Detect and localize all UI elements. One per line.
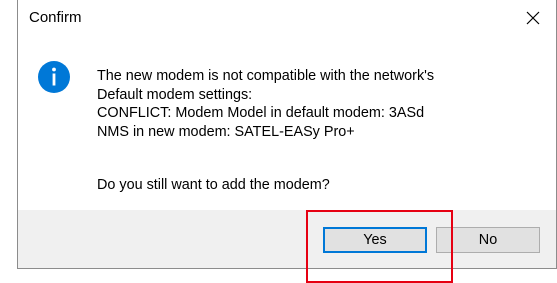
info-icon [38,61,70,93]
message-line: Default modem settings: [97,86,253,103]
message-line: NMS in new modem: SATEL-EASy Pro+ [97,123,355,140]
window-title: Confirm [29,9,82,26]
close-icon [526,11,540,25]
message-line: The new modem is not compatible with the… [97,68,435,84]
yes-button[interactable]: Yes [323,227,427,253]
no-button[interactable]: No [436,227,540,253]
confirm-dialog: Confirm The new modem is not compatible … [17,0,557,269]
background-strip [0,0,17,283]
close-button[interactable] [510,0,556,36]
message-line: CONFLICT: Modem Model in default modem: … [97,105,425,121]
question-text: Do you still want to add the modem? [97,177,330,193]
dialog-content: The new modem is not compatible with the… [18,36,556,210]
message-text: The new modem is not compatible with the… [97,67,434,141]
title-bar[interactable]: Confirm [18,0,556,36]
button-bar: Yes No [18,210,556,268]
